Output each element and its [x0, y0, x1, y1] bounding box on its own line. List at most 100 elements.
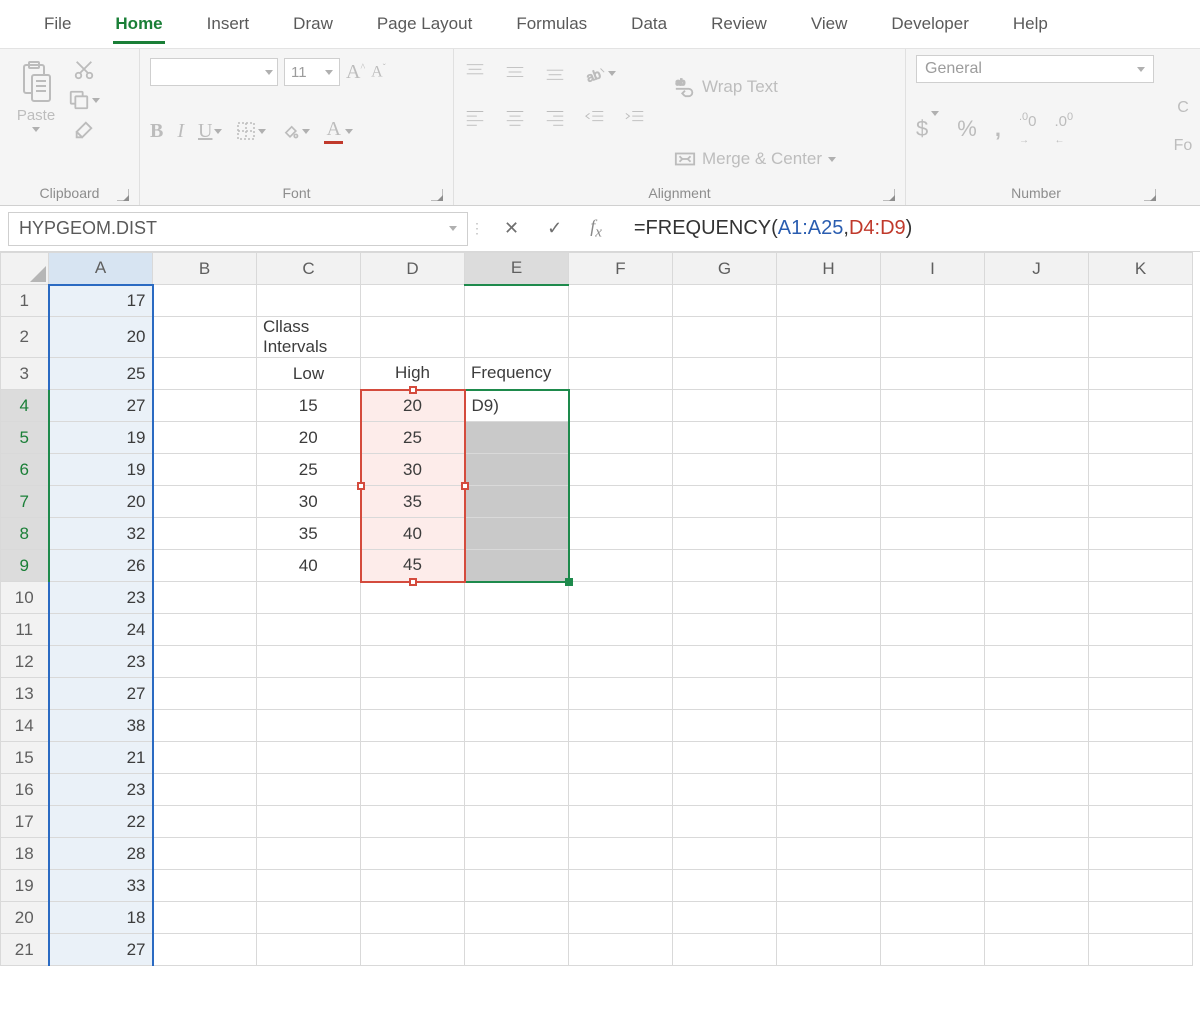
cell-J20[interactable]	[985, 902, 1089, 934]
cell-J15[interactable]	[985, 742, 1089, 774]
cell-J9[interactable]	[985, 550, 1089, 582]
row-header-14[interactable]: 14	[1, 710, 49, 742]
cell-J8[interactable]	[985, 518, 1089, 550]
cell-I20[interactable]	[881, 902, 985, 934]
cell-H8[interactable]	[777, 518, 881, 550]
cell-I9[interactable]	[881, 550, 985, 582]
row-header-15[interactable]: 15	[1, 742, 49, 774]
cell-G2[interactable]	[673, 317, 777, 358]
cell-G16[interactable]	[673, 774, 777, 806]
cell-A18[interactable]: 28	[49, 838, 153, 870]
cell-E11[interactable]	[465, 614, 569, 646]
cell-I21[interactable]	[881, 934, 985, 966]
align-bottom-button[interactable]	[544, 61, 566, 86]
cell-J13[interactable]	[985, 678, 1089, 710]
row-header-5[interactable]: 5	[1, 422, 49, 454]
cell-I11[interactable]	[881, 614, 985, 646]
cell-D15[interactable]	[361, 742, 465, 774]
cell-C1[interactable]	[257, 285, 361, 317]
decrease-decimal-button[interactable]: .00←	[1054, 111, 1073, 147]
cell-J6[interactable]	[985, 454, 1089, 486]
row-header-1[interactable]: 1	[1, 285, 49, 317]
cell-B14[interactable]	[153, 710, 257, 742]
cell-I8[interactable]	[881, 518, 985, 550]
cell-F1[interactable]	[569, 285, 673, 317]
cell-F19[interactable]	[569, 870, 673, 902]
cell-G12[interactable]	[673, 646, 777, 678]
row-header-13[interactable]: 13	[1, 678, 49, 710]
cell-K21[interactable]	[1089, 934, 1193, 966]
cell-J11[interactable]	[985, 614, 1089, 646]
cell-A4[interactable]: 27	[49, 390, 153, 422]
cell-C19[interactable]	[257, 870, 361, 902]
cell-B8[interactable]	[153, 518, 257, 550]
row-header-10[interactable]: 10	[1, 582, 49, 614]
comma-format-button[interactable]: ,	[995, 116, 1001, 142]
cell-A21[interactable]: 27	[49, 934, 153, 966]
cell-A11[interactable]: 24	[49, 614, 153, 646]
cell-D14[interactable]	[361, 710, 465, 742]
column-header-C[interactable]: C	[257, 253, 361, 285]
cell-I14[interactable]	[881, 710, 985, 742]
cell-F15[interactable]	[569, 742, 673, 774]
bold-button[interactable]: B	[150, 120, 163, 143]
cell-H12[interactable]	[777, 646, 881, 678]
column-header-A[interactable]: A	[49, 253, 153, 285]
align-right-button[interactable]	[544, 106, 566, 131]
cell-A5[interactable]: 19	[49, 422, 153, 454]
cell-D8[interactable]: 40	[361, 518, 465, 550]
cell-C2[interactable]: Cllass Intervals	[257, 317, 361, 358]
cell-D16[interactable]	[361, 774, 465, 806]
cell-K10[interactable]	[1089, 582, 1193, 614]
cell-H6[interactable]	[777, 454, 881, 486]
cell-E21[interactable]	[465, 934, 569, 966]
cell-B17[interactable]	[153, 806, 257, 838]
cell-F4[interactable]	[569, 390, 673, 422]
cell-K5[interactable]	[1089, 422, 1193, 454]
cell-H14[interactable]	[777, 710, 881, 742]
cell-G19[interactable]	[673, 870, 777, 902]
cell-G13[interactable]	[673, 678, 777, 710]
cell-E3[interactable]: Frequency	[465, 358, 569, 390]
column-header-I[interactable]: I	[881, 253, 985, 285]
row-header-16[interactable]: 16	[1, 774, 49, 806]
cell-C17[interactable]	[257, 806, 361, 838]
cell-J1[interactable]	[985, 285, 1089, 317]
cell-A8[interactable]: 32	[49, 518, 153, 550]
cell-H17[interactable]	[777, 806, 881, 838]
cancel-formula-button[interactable]: ✕	[504, 218, 519, 239]
cell-H3[interactable]	[777, 358, 881, 390]
cell-D5[interactable]: 25	[361, 422, 465, 454]
cell-K12[interactable]	[1089, 646, 1193, 678]
cell-C13[interactable]	[257, 678, 361, 710]
cell-K3[interactable]	[1089, 358, 1193, 390]
cell-G6[interactable]	[673, 454, 777, 486]
cell-D20[interactable]	[361, 902, 465, 934]
cell-C8[interactable]: 35	[257, 518, 361, 550]
column-header-E[interactable]: E	[465, 253, 569, 285]
paste-button[interactable]: Paste	[10, 55, 62, 185]
cell-F13[interactable]	[569, 678, 673, 710]
column-header-G[interactable]: G	[673, 253, 777, 285]
select-all-corner[interactable]	[1, 253, 49, 285]
cell-G10[interactable]	[673, 582, 777, 614]
spreadsheet[interactable]: ABCDEFGHIJK117220Cllass Intervals325LowH…	[0, 252, 1200, 966]
cell-D7[interactable]: 35	[361, 486, 465, 518]
cell-A6[interactable]: 19	[49, 454, 153, 486]
cell-J4[interactable]	[985, 390, 1089, 422]
cell-I18[interactable]	[881, 838, 985, 870]
cell-E15[interactable]	[465, 742, 569, 774]
cell-B5[interactable]	[153, 422, 257, 454]
cell-E8[interactable]	[465, 518, 569, 550]
cell-G3[interactable]	[673, 358, 777, 390]
row-header-20[interactable]: 20	[1, 902, 49, 934]
cell-H18[interactable]	[777, 838, 881, 870]
cell-H5[interactable]	[777, 422, 881, 454]
cell-F21[interactable]	[569, 934, 673, 966]
cell-I6[interactable]	[881, 454, 985, 486]
cell-G11[interactable]	[673, 614, 777, 646]
italic-button[interactable]: I	[177, 120, 184, 143]
cell-F11[interactable]	[569, 614, 673, 646]
cell-F17[interactable]	[569, 806, 673, 838]
cell-A20[interactable]: 18	[49, 902, 153, 934]
